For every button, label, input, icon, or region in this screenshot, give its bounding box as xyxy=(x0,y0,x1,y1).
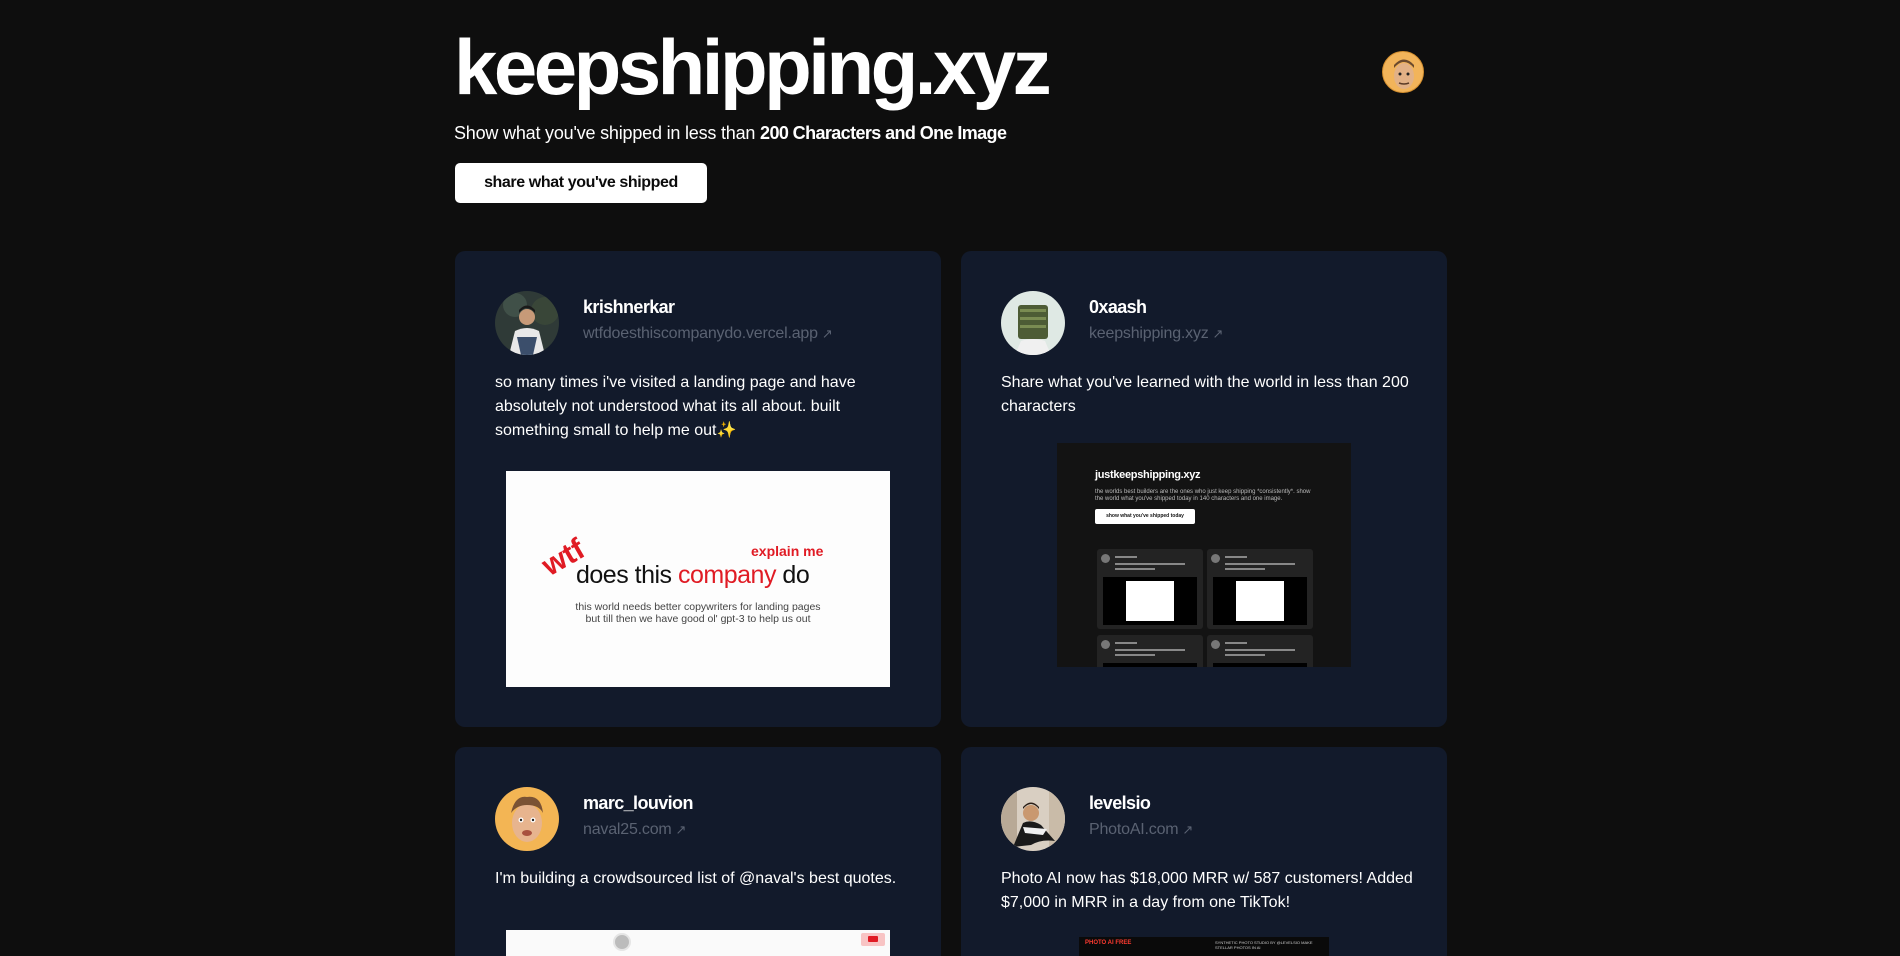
post-username[interactable]: krishnerkar xyxy=(583,297,675,318)
external-link-icon: ↗ xyxy=(821,326,833,341)
image-mini-card xyxy=(1207,635,1313,667)
post-link-text: PhotoAI.com xyxy=(1089,821,1179,838)
post-link-text: wtfdoesthiscompanydo.vercel.app xyxy=(583,325,818,342)
subtitle-text: Show what you've shipped in less than xyxy=(454,123,761,143)
post-image[interactable]: justkeepshipping.xyz the worlds best bui… xyxy=(1057,443,1351,667)
image-site-title: justkeepshipping.xyz xyxy=(1095,469,1201,481)
post-card[interactable]: marc_louvion naval25.com ↗ I'm building a… xyxy=(455,747,941,956)
tagline-line: but till then we have good ol' gpt-3 to … xyxy=(585,613,811,625)
post-link[interactable]: PhotoAI.com ↗ xyxy=(1089,821,1193,839)
image-logo: PHOTO AI FREE xyxy=(1085,940,1132,946)
post-link-text: keepshipping.xyz xyxy=(1089,325,1209,342)
post-text: Share what you've learned with the world… xyxy=(1001,374,1409,415)
image-tagline: this world needs better copywriters for … xyxy=(506,601,890,625)
subtitle-emphasis: 200 Characters and One Image xyxy=(760,123,1007,143)
post-text: Photo AI now has $18,000 MRR w/ 587 cust… xyxy=(1001,870,1413,911)
post-text: I'm building a crowdsourced list of @nav… xyxy=(495,870,897,887)
post-avatar[interactable] xyxy=(495,291,559,355)
headline-highlight: company xyxy=(678,561,776,589)
post-card[interactable]: levelsio PhotoAI.com ↗ Photo AI now has $… xyxy=(961,747,1447,956)
site-title[interactable]: keepshipping.xyz xyxy=(454,22,1052,112)
image-mini-card xyxy=(1097,635,1203,667)
post-link[interactable]: wtfdoesthiscompanydo.vercel.app ↗ xyxy=(583,325,833,343)
image-button xyxy=(861,933,885,946)
post-username[interactable]: levelsio xyxy=(1089,793,1151,814)
post-link[interactable]: naval25.com ↗ xyxy=(583,821,686,839)
image-top-text: SYNTHETIC PHOTO STUDIO BY @LEVELSIO MAKE… xyxy=(1215,940,1313,950)
post-username[interactable]: marc_louvion xyxy=(583,793,693,814)
external-link-icon: ↗ xyxy=(675,822,687,837)
page-subtitle: Show what you've shipped in less than 20… xyxy=(454,123,1007,144)
image-site-button: show what you've shipped today xyxy=(1095,509,1195,524)
post-avatar[interactable] xyxy=(495,787,559,851)
post-avatar[interactable] xyxy=(1001,291,1065,355)
headline-part: do xyxy=(775,561,810,589)
image-mini-card xyxy=(1097,549,1203,629)
external-link-icon: ↗ xyxy=(1212,326,1224,341)
image-avatar xyxy=(613,933,631,951)
post-avatar[interactable] xyxy=(1001,787,1065,851)
post-link-text: naval25.com xyxy=(583,821,672,838)
image-explain-text: explain me xyxy=(751,543,824,559)
post-link[interactable]: keepshipping.xyz ↗ xyxy=(1089,325,1223,343)
headline-part: does this xyxy=(576,561,679,589)
post-card[interactable]: 0xaash keepshipping.xyz ↗ Share what you'… xyxy=(961,251,1447,727)
image-headline: does this company do xyxy=(576,561,810,590)
image-mini-card xyxy=(1207,549,1313,629)
share-shipped-button[interactable]: share what you've shipped xyxy=(455,163,707,203)
post-image[interactable]: wtf explain me does this company do this… xyxy=(506,471,890,687)
external-link-icon: ↗ xyxy=(1182,822,1194,837)
user-avatar[interactable] xyxy=(1382,51,1424,93)
post-card[interactable]: krishnerkar wtfdoesthiscompanydo.vercel.… xyxy=(455,251,941,727)
tagline-line: this world needs better copywriters for … xyxy=(575,601,821,613)
post-image[interactable]: PHOTO AI FREE SYNTHETIC PHOTO STUDIO BY … xyxy=(1079,937,1329,956)
post-text: so many times i've visited a landing pag… xyxy=(495,374,856,439)
post-image[interactable] xyxy=(506,930,890,956)
image-site-subtitle: the worlds best builders are the ones wh… xyxy=(1095,489,1311,502)
post-username[interactable]: 0xaash xyxy=(1089,297,1147,318)
